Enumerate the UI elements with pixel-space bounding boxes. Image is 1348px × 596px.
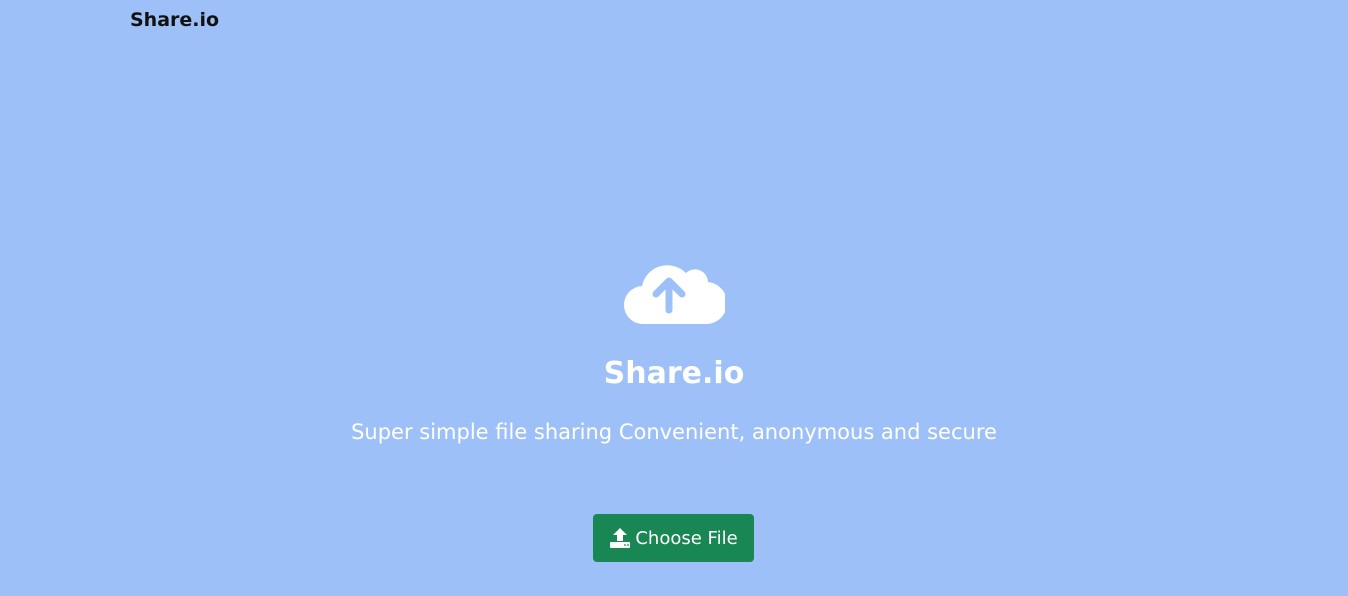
hero-subtitle: Super simple file sharing Convenient, an…: [351, 420, 997, 444]
choose-file-label: Choose File: [635, 527, 738, 549]
choose-file-button[interactable]: Choose File: [593, 514, 754, 562]
cloud-upload-icon: [623, 265, 725, 324]
hero-title: Share.io: [603, 356, 745, 391]
hero-section: Share.io Super simple file sharing Conve…: [0, 0, 1348, 596]
upload-icon: [610, 528, 631, 548]
